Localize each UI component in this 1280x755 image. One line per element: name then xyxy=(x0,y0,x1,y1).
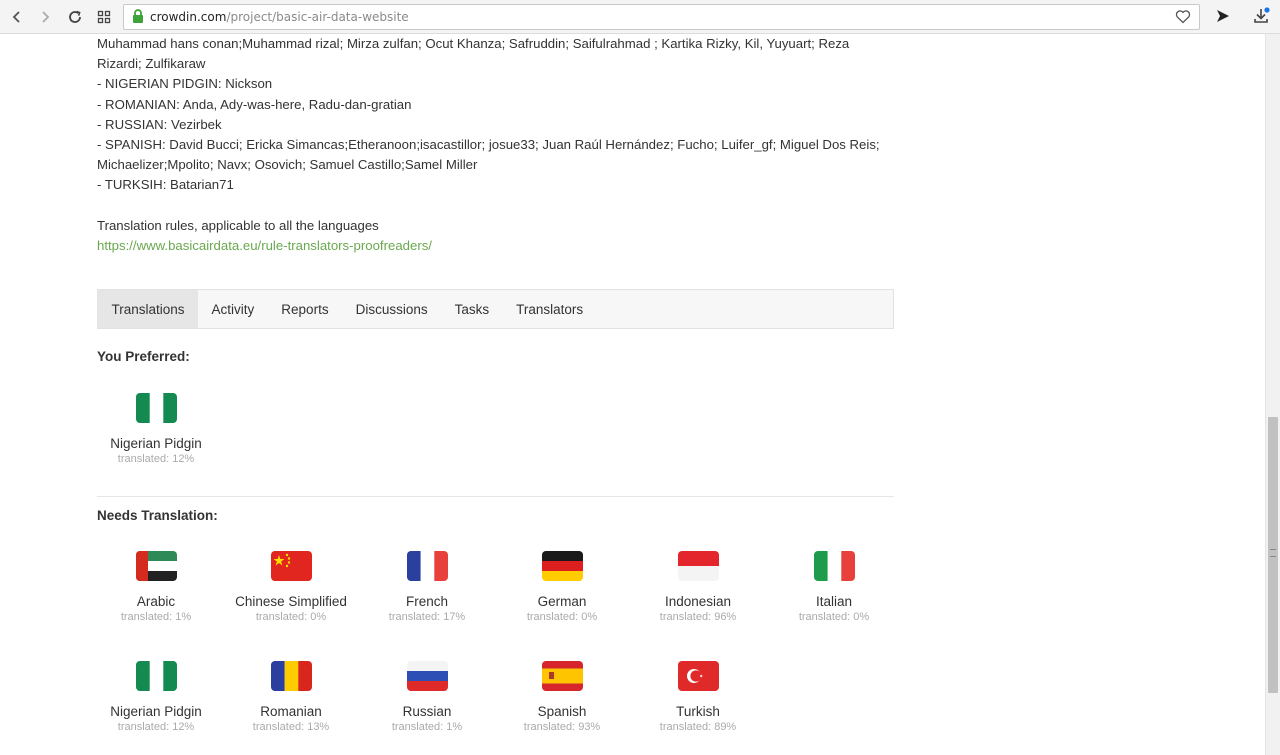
language-progress: translated: 89% xyxy=(659,721,737,733)
language-card-french[interactable]: French translated: 17% xyxy=(362,551,492,623)
tab-reports[interactable]: Reports xyxy=(268,290,342,328)
language-name: Indonesian xyxy=(664,594,732,609)
italy-flag-icon xyxy=(813,551,855,581)
tab-tasks[interactable]: Tasks xyxy=(441,290,503,328)
credits-line: - ROMANIAN: Anda, Ady-was-here, Radu-dan… xyxy=(97,96,412,112)
language-name: German xyxy=(537,594,587,609)
language-progress: translated: 1% xyxy=(120,611,192,623)
turkey-flag-icon xyxy=(677,661,719,691)
uae-flag-icon xyxy=(135,551,177,581)
tab-activity[interactable]: Activity xyxy=(198,290,268,328)
flow-icon[interactable] xyxy=(1214,7,1232,29)
language-name: Italian xyxy=(815,594,853,609)
language-progress: translated: 17% xyxy=(388,611,466,623)
nigeria-flag-icon xyxy=(135,393,177,423)
browser-toolbar: crowdin.com/project/basic-air-data-websi… xyxy=(0,0,1280,34)
tab-translations[interactable]: Translations xyxy=(98,290,199,328)
project-page: Muhammad hans conan;Muhammad rizal; Mirz… xyxy=(97,34,897,733)
language-name: Spanish xyxy=(537,704,587,719)
spain-flag-icon xyxy=(541,661,583,691)
russia-flag-icon xyxy=(406,661,448,691)
lock-icon xyxy=(132,8,144,26)
project-tabs: Translations Activity Reports Discussion… xyxy=(97,289,894,329)
page-scrollbar[interactable] xyxy=(1265,34,1280,755)
translator-credits: Muhammad hans conan;Muhammad rizal; Mirz… xyxy=(97,34,897,256)
language-progress: translated: 93% xyxy=(523,721,601,733)
language-name: Nigerian Pidgin xyxy=(110,704,202,719)
heart-icon[interactable] xyxy=(1175,9,1191,27)
language-name: Arabic xyxy=(136,594,176,609)
needs-translation-title: Needs Translation: xyxy=(97,508,218,523)
language-card-german[interactable]: German translated: 0% xyxy=(497,551,627,623)
tab-translators[interactable]: Translators xyxy=(503,290,597,328)
language-progress: translated: 0% xyxy=(526,611,598,623)
language-card-italian[interactable]: Italian translated: 0% xyxy=(769,551,899,623)
credits-line: Rizardi; Zulfikaraw xyxy=(97,56,206,72)
language-card-chinese-simplified[interactable]: Chinese Simplified translated: 0% xyxy=(226,551,356,623)
language-card-indonesian[interactable]: Indonesian translated: 96% xyxy=(633,551,763,623)
language-card-nigerian-pidgin[interactable]: Nigerian Pidgin translated: 12% xyxy=(91,661,221,733)
forward-icon[interactable] xyxy=(34,6,56,28)
language-name: Russian xyxy=(402,704,452,719)
language-name: Turkish xyxy=(676,704,720,719)
indonesia-flag-icon xyxy=(677,551,719,581)
language-progress: translated: 0% xyxy=(798,611,870,623)
reload-icon[interactable] xyxy=(64,6,86,28)
language-progress: translated: 13% xyxy=(252,721,330,733)
address-bar[interactable]: crowdin.com/project/basic-air-data-websi… xyxy=(123,4,1200,30)
language-card-turkish[interactable]: Turkish translated: 89% xyxy=(633,661,763,733)
nigeria-flag-icon xyxy=(135,661,177,691)
germany-flag-icon xyxy=(541,551,583,581)
language-progress: translated: 1% xyxy=(391,721,463,733)
download-icon[interactable] xyxy=(1252,7,1270,29)
credits-line: Muhammad hans conan;Muhammad rizal; Mirz… xyxy=(97,36,850,51)
language-card-russian[interactable]: Russian translated: 1% xyxy=(362,661,492,733)
language-progress: translated: 96% xyxy=(659,611,737,623)
language-progress: translated: 12% xyxy=(117,453,195,465)
china-flag-icon xyxy=(270,551,312,581)
url-path: /project/basic-air-data-website xyxy=(226,10,409,24)
language-name: Chinese Simplified xyxy=(235,594,347,609)
url-host: crowdin.com xyxy=(150,10,227,24)
language-name: Romanian xyxy=(260,704,322,719)
credits-line: - NIGERIAN PIDGIN: Nickson xyxy=(97,76,273,92)
credits-line: - TURKSIH: Batarian71 xyxy=(97,177,234,193)
credits-line: - SPANISH: David Bucci; Ericka Simancas;… xyxy=(97,137,880,153)
language-name: Nigerian Pidgin xyxy=(110,436,202,451)
language-card-preferred-nigerian-pidgin[interactable]: Nigerian Pidgin translated: 12% xyxy=(91,393,221,465)
credits-line: - RUSSIAN: Vezirbek xyxy=(97,116,222,132)
language-card-spanish[interactable]: Spanish translated: 93% xyxy=(497,661,627,733)
tab-discussions[interactable]: Discussions xyxy=(342,290,441,328)
language-card-arabic[interactable]: Arabic translated: 1% xyxy=(91,551,221,623)
preferred-title: You Preferred: xyxy=(97,349,190,364)
romania-flag-icon xyxy=(270,661,312,691)
rules-link[interactable]: https://www.basicairdata.eu/rule-transla… xyxy=(97,238,432,253)
speed-dial-icon[interactable] xyxy=(93,6,115,28)
france-flag-icon xyxy=(406,551,448,581)
credits-line: Michaelizer;Mpolito; Navx; Osovich; Samu… xyxy=(97,157,478,173)
language-progress: translated: 0% xyxy=(255,611,327,623)
rules-text: Translation rules, applicable to all the… xyxy=(97,217,379,233)
back-icon[interactable] xyxy=(6,6,28,28)
language-progress: translated: 12% xyxy=(117,721,195,733)
language-card-romanian[interactable]: Romanian translated: 13% xyxy=(226,661,356,733)
language-name: French xyxy=(405,594,449,609)
scrollbar-grip xyxy=(1270,549,1276,557)
section-divider xyxy=(97,496,894,497)
